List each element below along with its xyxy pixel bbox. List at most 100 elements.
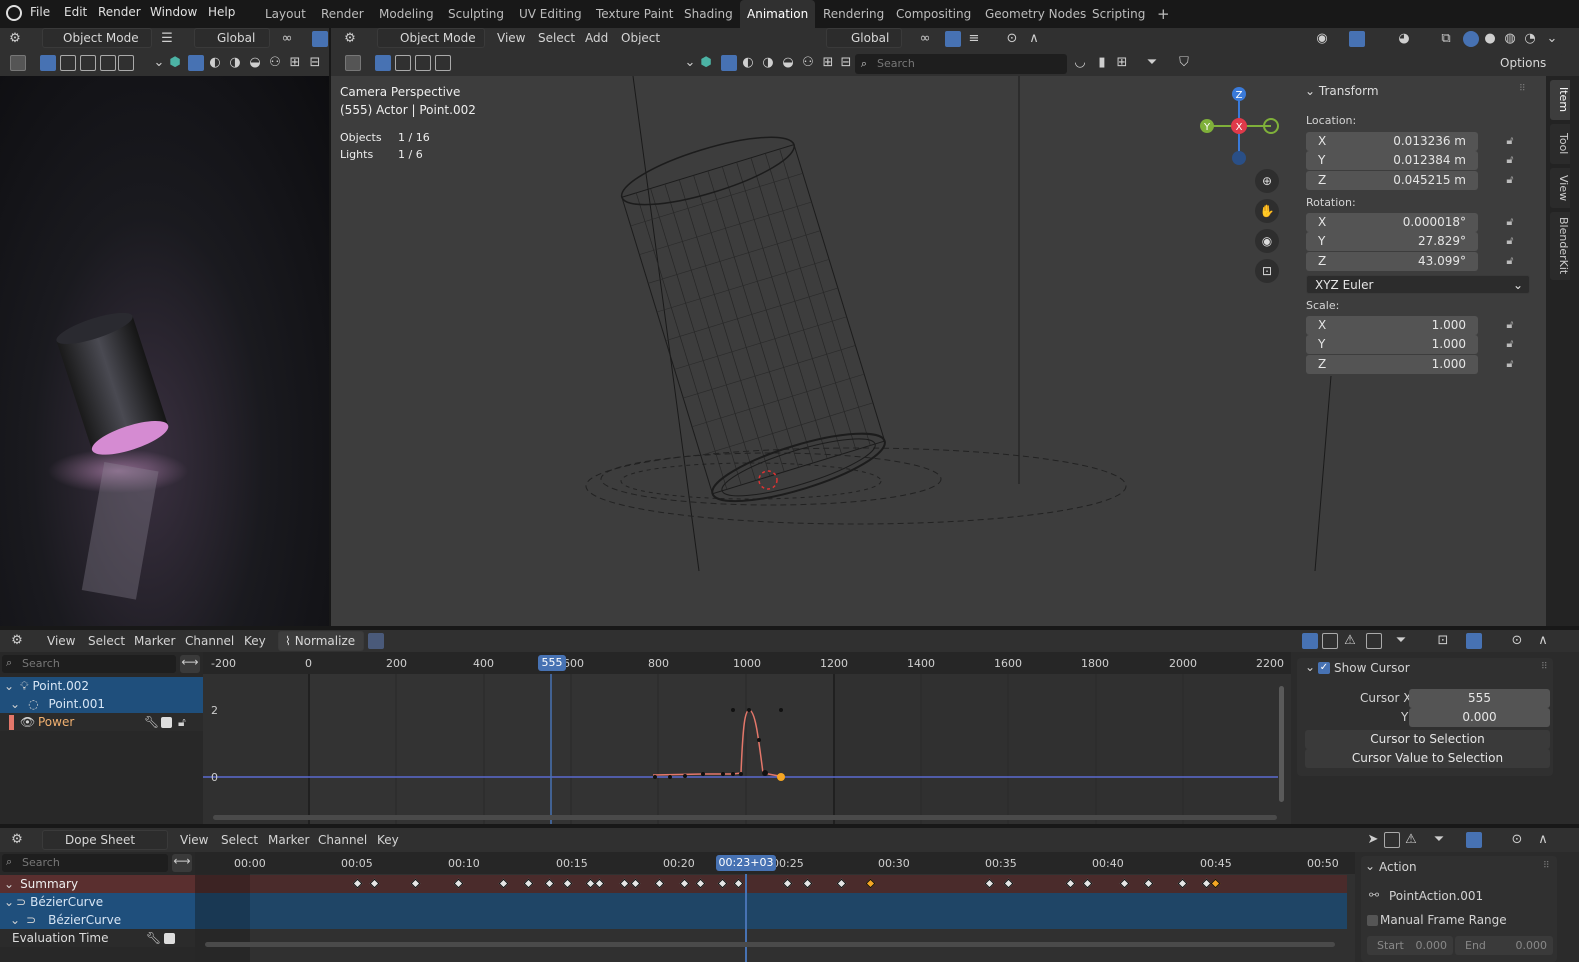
viewport-menu-object[interactable]: Object bbox=[621, 31, 660, 45]
viewport-restrict-camera-icon[interactable]: ⊞ bbox=[819, 54, 837, 72]
object-type-icon[interactable]: ⬢ bbox=[166, 54, 184, 72]
graph-current-frame-badge[interactable]: 555 bbox=[538, 655, 566, 671]
lock-view-icon[interactable]: ⊡ bbox=[1255, 259, 1279, 283]
graph-filter-icon[interactable]: ⏷ bbox=[1392, 632, 1410, 650]
eval-wrench-icon[interactable]: 🔧︎ bbox=[146, 929, 161, 947]
tab-tool[interactable]: Tool bbox=[1550, 124, 1570, 164]
graph-snap-icon[interactable] bbox=[1466, 633, 1482, 649]
transform-section-header[interactable]: ⌄ Transform bbox=[1305, 84, 1379, 98]
cursor-value-to-selection-button[interactable]: Cursor Value to Selection bbox=[1305, 749, 1550, 768]
dope-snap-icon[interactable] bbox=[1466, 832, 1482, 848]
solid-shading-icon[interactable]: ● bbox=[1481, 30, 1499, 48]
dope-menu-key[interactable]: Key bbox=[377, 833, 399, 847]
tab-animation[interactable]: Animation bbox=[740, 0, 816, 28]
channel-point-002[interactable]: ⌄ 💡︎ Point.002 bbox=[0, 677, 203, 695]
channel-summary[interactable]: ⌄ Summary bbox=[0, 875, 195, 893]
menu-edit[interactable]: Edit bbox=[64, 5, 87, 19]
viewport-restrict-shadow-icon[interactable]: ⊟ bbox=[837, 54, 855, 72]
channel-evaluation-time[interactable]: Evaluation Time 🔧︎ bbox=[0, 929, 195, 947]
viewport-object-types-icon[interactable]: ⬢ bbox=[697, 54, 715, 72]
channel-beziercurve-data[interactable]: ⌄ ⊃ BézierCurve bbox=[0, 911, 195, 929]
graph-swap-icon[interactable]: ⟷ bbox=[180, 655, 200, 673]
viewport-menu-select[interactable]: Select bbox=[538, 31, 575, 45]
graph-proportional-icon[interactable]: ⊙ bbox=[1508, 632, 1526, 650]
snap-target-icon[interactable]: ≡ bbox=[965, 30, 983, 48]
tab-compositing[interactable]: Compositing bbox=[889, 0, 978, 28]
shading-dropdown-icon[interactable]: ⌄ bbox=[1543, 30, 1561, 48]
tab-shading[interactable]: Shading bbox=[677, 0, 740, 28]
add-workspace-button[interactable]: + bbox=[1150, 0, 1177, 28]
scale-y-lock-icon[interactable]: 🔓︎ bbox=[1503, 337, 1517, 351]
tab-modeling[interactable]: Modeling bbox=[372, 0, 441, 28]
scale-z-lock-icon[interactable]: 🔓︎ bbox=[1503, 357, 1517, 371]
editor-type-icon[interactable]: ⚙ bbox=[6, 30, 24, 48]
pivot-icon[interactable]: ∞ bbox=[916, 30, 934, 48]
select-mode-new-icon[interactable] bbox=[40, 55, 56, 71]
graph-menu-select[interactable]: Select bbox=[88, 634, 125, 648]
graph-menu-view[interactable]: View bbox=[47, 634, 75, 648]
tab-uv-editing[interactable]: UV Editing bbox=[512, 0, 589, 28]
select-mode-extend-icon[interactable] bbox=[60, 55, 76, 71]
action-start-field[interactable]: Start 0.000 bbox=[1367, 936, 1453, 955]
tab-geometry-nodes[interactable]: Geometry Nodes bbox=[978, 0, 1093, 28]
viewport-editor-type-icon[interactable]: ⚙ bbox=[341, 30, 359, 48]
display-filter-icon[interactable]: ⊞ bbox=[1113, 54, 1131, 72]
menu-file[interactable]: File bbox=[30, 5, 50, 19]
location-x-lock-icon[interactable]: 🔓︎ bbox=[1503, 134, 1517, 148]
rotation-y-field[interactable]: Y 27.829° bbox=[1306, 232, 1478, 251]
dopesheet-editor-type-icon[interactable]: ⚙ bbox=[8, 831, 26, 849]
panel-drag-icon[interactable]: ⠿ bbox=[1519, 84, 1526, 94]
normalize-auto-icon[interactable] bbox=[368, 633, 384, 649]
viewport-restrict-indirect-icon[interactable]: ⚇ bbox=[799, 54, 817, 72]
bookmark-icon[interactable]: ▮ bbox=[1093, 54, 1111, 72]
scale-x-lock-icon[interactable]: 🔓︎ bbox=[1503, 318, 1517, 332]
dope-menu-channel[interactable]: Channel bbox=[318, 833, 367, 847]
left-mode-select[interactable]: Object Mode bbox=[42, 28, 152, 48]
viewport-search-input[interactable]: ⌕ Search bbox=[855, 54, 1067, 74]
eval-checkbox[interactable] bbox=[164, 933, 175, 944]
select-mode-intersect-icon[interactable] bbox=[118, 55, 134, 71]
viewport-select-intersect-icon[interactable] bbox=[435, 55, 451, 71]
graph-falloff-icon[interactable]: ∧ bbox=[1534, 632, 1552, 650]
xray-toggle-icon[interactable]: ⧉ bbox=[1437, 30, 1455, 48]
material-shading-icon[interactable]: ◍ bbox=[1501, 30, 1519, 48]
action-name[interactable]: PointAction.001 bbox=[1389, 889, 1483, 903]
graph-warning-icon[interactable]: ⚠ bbox=[1341, 632, 1359, 650]
viewport-select-tool-icon[interactable] bbox=[345, 55, 361, 71]
dope-falloff-icon[interactable]: ∧ bbox=[1534, 831, 1552, 849]
navigation-gizmo[interactable]: Z Y X bbox=[1193, 84, 1283, 174]
viewport-menu-add[interactable]: Add bbox=[585, 31, 608, 45]
menu-render[interactable]: Render bbox=[98, 5, 141, 19]
graph-menu-key[interactable]: Key bbox=[244, 634, 266, 648]
blender-logo-icon[interactable] bbox=[6, 5, 22, 21]
viewport-restrict-view-icon[interactable]: ◐ bbox=[739, 54, 757, 72]
wireframe-shading-icon[interactable] bbox=[1463, 31, 1479, 47]
snap-icon[interactable] bbox=[312, 31, 328, 47]
rotation-x-field[interactable]: X 0.000018° bbox=[1306, 213, 1478, 232]
overlays-icon[interactable]: ◕ bbox=[1395, 30, 1413, 48]
gizmo-icon[interactable]: ⊞ bbox=[286, 54, 304, 72]
menu-help[interactable]: Help bbox=[208, 5, 235, 19]
graph-canvas[interactable]: -200 0 200 400 600 800 1000 1200 1400 16… bbox=[203, 652, 1291, 824]
viewport-canvas[interactable]: Camera Perspective (555) Actor | Point.0… bbox=[331, 75, 1546, 626]
viewport-menu-view[interactable]: View bbox=[497, 31, 525, 45]
location-y-field[interactable]: Y 0.012384 m bbox=[1306, 151, 1478, 170]
tab-view[interactable]: View bbox=[1550, 168, 1570, 208]
visibility-eye-icon[interactable]: 👁︎ bbox=[20, 713, 35, 731]
viewport-mode-select[interactable]: Object Mode bbox=[377, 28, 485, 48]
select-tool-icon[interactable] bbox=[10, 55, 26, 71]
show-cursor-checkbox[interactable]: ✓ bbox=[1318, 662, 1330, 674]
falloff-icon[interactable]: ∧ bbox=[1025, 30, 1043, 48]
select-mode-subtract-icon[interactable] bbox=[80, 55, 96, 71]
graph-only-selected-icon[interactable] bbox=[1302, 633, 1318, 649]
channel-point-001[interactable]: ⌄ ◌ Point.001 bbox=[0, 695, 203, 713]
tab-texture-paint[interactable]: Texture Paint bbox=[589, 0, 680, 28]
channel-beziercurve-object[interactable]: ⌄ ⊃ BézierCurve bbox=[0, 893, 195, 911]
zoom-icon[interactable]: ⊕ bbox=[1255, 169, 1279, 193]
menu-lines-icon[interactable]: ☰ bbox=[158, 30, 176, 48]
dope-canvas[interactable]: 00:00 00:05 00:10 00:15 00:20 00:25 00:3… bbox=[195, 852, 1355, 962]
dope-search-input[interactable]: ⌕ Search bbox=[2, 854, 168, 872]
viewport-select-subtract-icon[interactable] bbox=[415, 55, 431, 71]
overlay-icon[interactable]: ⚇ bbox=[266, 54, 284, 72]
viewport-restrict-holdout-icon[interactable]: ◒ bbox=[779, 54, 797, 72]
